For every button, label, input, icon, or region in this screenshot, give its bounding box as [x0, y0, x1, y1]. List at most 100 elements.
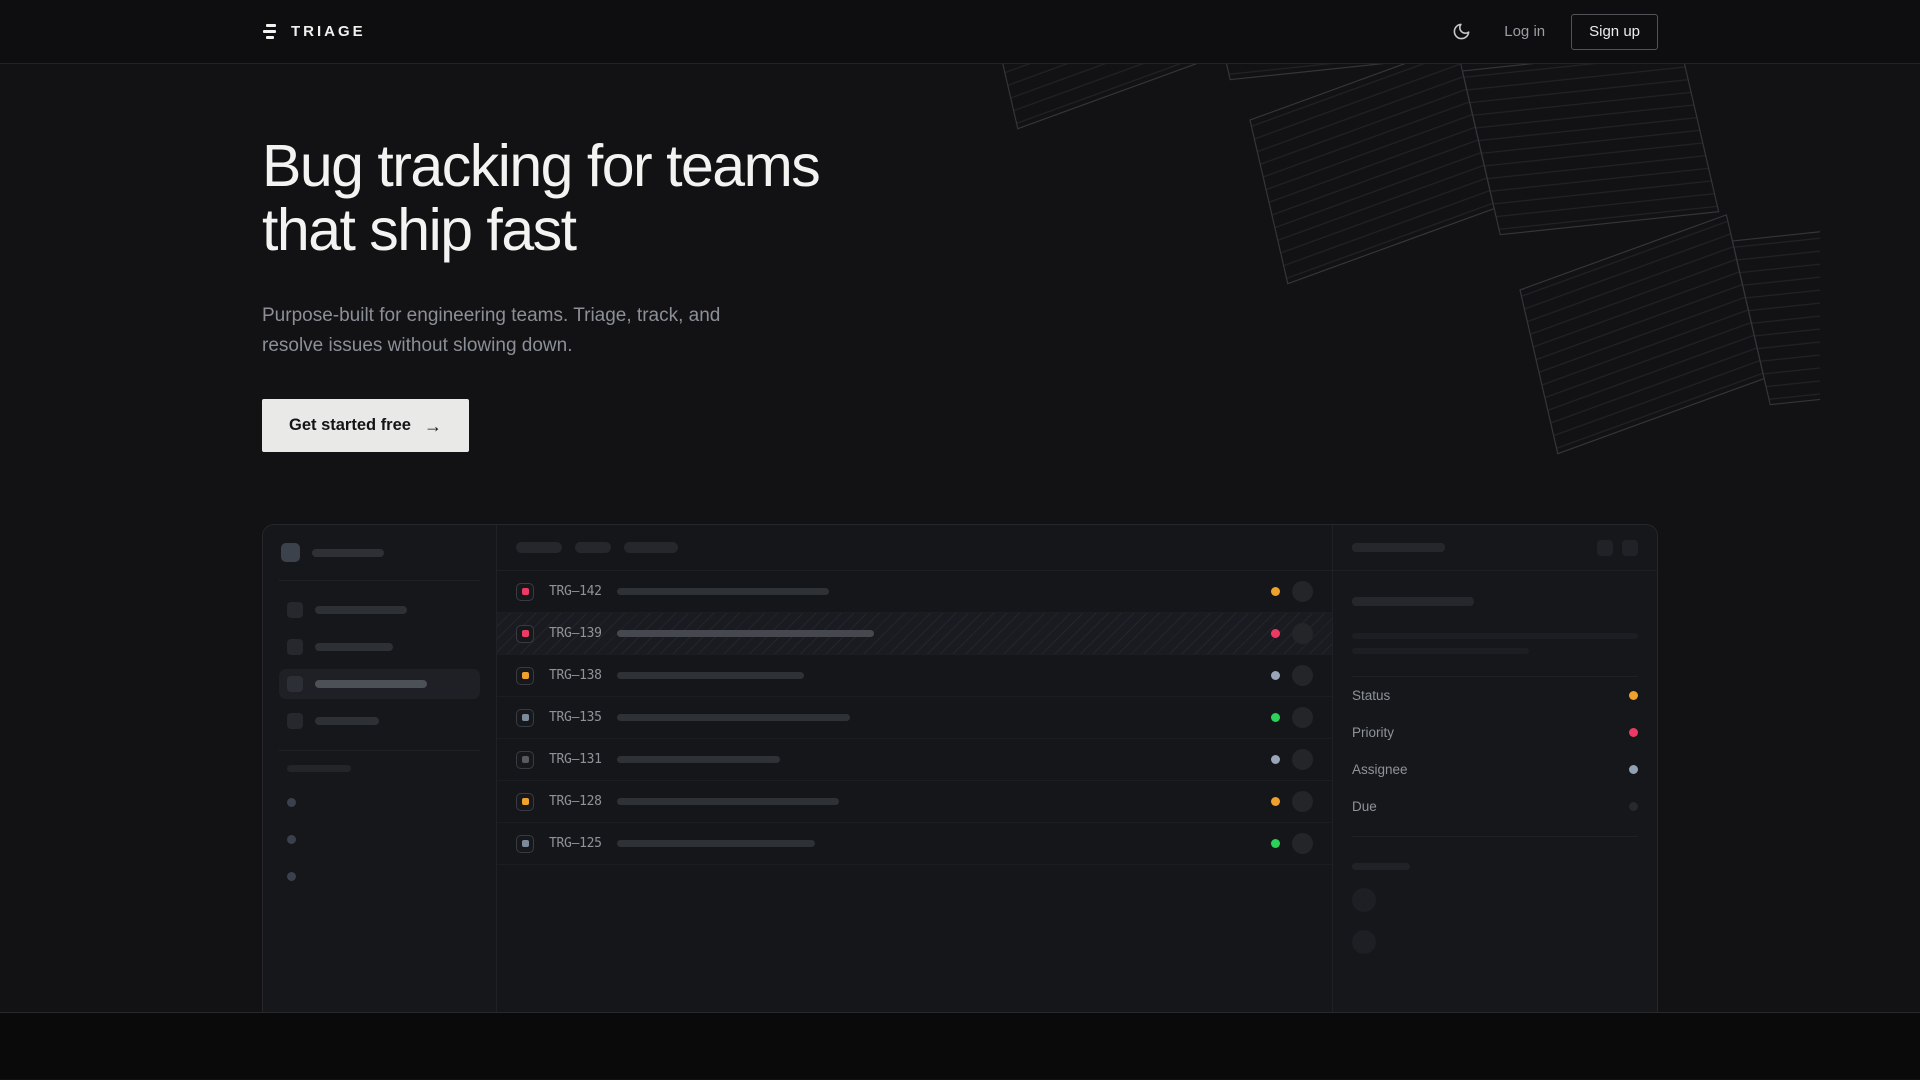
site-footer — [0, 1013, 1920, 1079]
issue-list-panel: TRG–142 TRG–139 TRG–138 TRG–135 — [497, 525, 1333, 1013]
sidebar-nav-item[interactable] — [279, 706, 480, 736]
issue-assignee-avatar — [1292, 665, 1313, 686]
issue-status-dot — [1271, 713, 1280, 722]
issue-id: TRG–139 — [549, 626, 602, 641]
detail-title-skeleton — [1352, 543, 1445, 552]
issue-type-chip — [516, 835, 534, 853]
sidebar-nav-item[interactable] — [279, 669, 480, 699]
issue-row[interactable]: TRG–125 — [497, 823, 1332, 865]
issue-skeleton-bar — [617, 714, 850, 721]
issue-assignee-avatar — [1292, 707, 1313, 728]
detail-body: Status Priority Assignee Due — [1333, 571, 1657, 980]
sidebar-nav-label-skeleton — [315, 680, 427, 688]
list-tab-skeleton[interactable] — [575, 542, 611, 553]
theme-toggle-button[interactable] — [1444, 15, 1478, 49]
issue-type-dot — [522, 714, 529, 721]
sidebar-nav-label-skeleton — [315, 717, 379, 725]
property-row[interactable]: Due — [1352, 788, 1638, 825]
sidebar-nav-item[interactable] — [279, 632, 480, 662]
activity-avatar-skeleton — [1352, 888, 1376, 912]
issue-id: TRG–128 — [549, 794, 602, 809]
issue-type-dot — [522, 630, 529, 637]
issue-status-dot — [1271, 839, 1280, 848]
cta-label: Get started free — [289, 416, 411, 435]
sidebar-nav-item[interactable] — [279, 595, 480, 625]
sidebar-section-label-skeleton — [287, 765, 351, 772]
sidebar-dot-list — [279, 798, 480, 881]
issue-type-chip — [516, 709, 534, 727]
issue-id: TRG–142 — [549, 584, 602, 599]
issue-type-dot — [522, 588, 529, 595]
sidebar-nav-icon — [287, 713, 303, 729]
sidebar-dot — [287, 872, 296, 881]
issue-id: TRG–125 — [549, 836, 602, 851]
login-link[interactable]: Log in — [1504, 23, 1545, 40]
sidebar-nav-icon — [287, 639, 303, 655]
get-started-button[interactable]: Get started free → — [262, 399, 469, 452]
moon-icon — [1452, 22, 1471, 41]
issue-row[interactable]: TRG–131 — [497, 739, 1332, 781]
issue-list: TRG–142 TRG–139 TRG–138 TRG–135 — [497, 571, 1332, 865]
hero-section: Bug tracking for teamsthat ship fast Pur… — [0, 64, 1920, 1013]
detail-action-button[interactable] — [1622, 540, 1638, 556]
description-skeleton — [1352, 633, 1638, 639]
property-value-dot — [1629, 802, 1638, 811]
sidebar-nav-icon — [287, 676, 303, 692]
property-label: Status — [1352, 688, 1390, 703]
issue-assignee-avatar — [1292, 791, 1313, 812]
issue-status-dot — [1271, 587, 1280, 596]
brand-logo[interactable]: TRIAGE — [262, 23, 366, 41]
workspace-switcher[interactable] — [281, 543, 480, 562]
issue-status-dot — [1271, 755, 1280, 764]
app-mockup: TRG–142 TRG–139 TRG–138 TRG–135 — [262, 524, 1658, 1013]
sidebar-divider — [279, 580, 480, 581]
mockup-sidebar — [263, 525, 497, 1013]
issue-id: TRG–135 — [549, 710, 602, 725]
issue-assignee-avatar — [1292, 749, 1313, 770]
brand-name: TRIAGE — [291, 23, 366, 40]
detail-header — [1333, 525, 1657, 571]
issue-row[interactable]: TRG–138 — [497, 655, 1332, 697]
workspace-avatar — [281, 543, 300, 562]
issue-id: TRG–138 — [549, 668, 602, 683]
list-tab-skeleton[interactable] — [516, 542, 562, 553]
sidebar-dot — [287, 835, 296, 844]
property-value-dot — [1629, 765, 1638, 774]
page-title: Bug tracking for teamsthat ship fast — [262, 64, 1658, 263]
issue-row[interactable]: TRG–128 — [497, 781, 1332, 823]
property-row[interactable]: Status — [1352, 677, 1638, 714]
issue-status-dot — [1271, 629, 1280, 638]
property-list: Status Priority Assignee Due — [1352, 677, 1638, 825]
issue-status-dot — [1271, 797, 1280, 806]
property-value-dot — [1629, 691, 1638, 700]
issue-type-chip — [516, 667, 534, 685]
sidebar-nav-icon — [287, 602, 303, 618]
list-tab-skeleton[interactable] — [624, 542, 678, 553]
signup-button[interactable]: Sign up — [1571, 14, 1658, 50]
issue-list-header — [497, 525, 1332, 571]
issue-skeleton-bar — [617, 798, 839, 805]
site-header: TRIAGE Log in Sign up — [0, 0, 1920, 64]
detail-action-button[interactable] — [1597, 540, 1613, 556]
property-row[interactable]: Assignee — [1352, 751, 1638, 788]
issue-status-dot — [1271, 671, 1280, 680]
issue-skeleton-bar — [617, 756, 780, 763]
description-skeleton — [1352, 648, 1529, 654]
issue-row[interactable]: TRG–142 — [497, 571, 1332, 613]
issue-skeleton-bar — [617, 588, 829, 595]
issue-skeleton-bar — [617, 672, 804, 679]
issue-type-dot — [522, 798, 529, 805]
issue-id: TRG–131 — [549, 752, 602, 767]
triage-logo-icon — [262, 23, 280, 41]
activity-avatar-skeleton — [1352, 930, 1376, 954]
issue-row[interactable]: TRG–135 — [497, 697, 1332, 739]
issue-row[interactable]: TRG–139 — [497, 613, 1332, 655]
issue-assignee-avatar — [1292, 623, 1313, 644]
workspace-name-skeleton — [312, 549, 384, 557]
issue-type-dot — [522, 756, 529, 763]
property-label: Due — [1352, 799, 1377, 814]
property-row[interactable]: Priority — [1352, 714, 1638, 751]
sidebar-dot — [287, 798, 296, 807]
sidebar-nav-label-skeleton — [315, 606, 407, 614]
issue-skeleton-bar — [617, 630, 874, 637]
